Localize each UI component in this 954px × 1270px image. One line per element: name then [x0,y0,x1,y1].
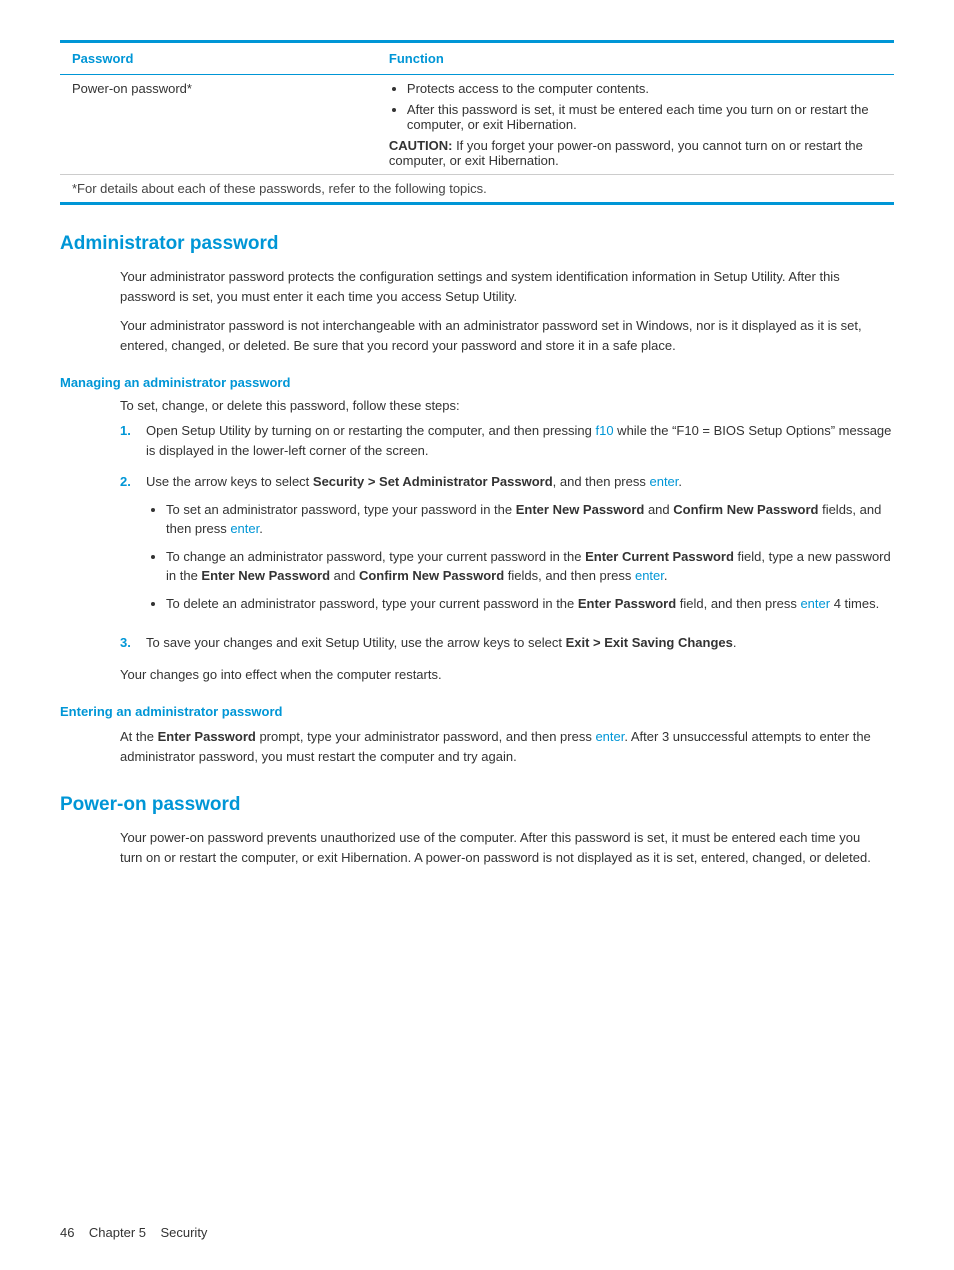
step-1-num: 1. [120,421,136,460]
sub-bullet-1: To set an administrator password, type y… [166,500,894,539]
entering-text-before: At the [120,729,158,744]
managing-heading: Managing an administrator password [60,375,894,390]
sub-bullet-2: To change an administrator password, typ… [166,547,894,586]
step-2-link-enter[interactable]: enter [649,474,678,489]
footer-page: 46 [60,1225,74,1240]
changes-note: Your changes go into effect when the com… [120,665,884,685]
footer-chapter: Chapter 5 [89,1225,146,1240]
table-row: Power-on password* Protects access to th… [60,75,894,175]
entering-bold1: Enter Password [158,729,256,744]
step-3: 3. To save your changes and exit Setup U… [120,633,894,653]
caution-block: CAUTION: If you forget your power-on pas… [389,138,882,168]
step-2-text-end: . [678,474,682,489]
entering-para: At the Enter Password prompt, type your … [120,727,884,766]
page-footer: 46 Chapter 5 Security [60,1225,207,1240]
step-2-subbullets: To set an administrator password, type y… [146,500,894,614]
table-cell-function: Protects access to the computer contents… [377,75,894,175]
table-cell-password: Power-on password* [60,75,377,175]
footer-section: Security [160,1225,207,1240]
step-3-text-after: . [733,635,737,650]
password-table: Password Function Power-on password* Pro… [60,40,894,205]
step-1: 1. Open Setup Utility by turning on or r… [120,421,894,460]
step-1-content: Open Setup Utility by turning on or rest… [146,421,894,460]
sub-bullet-1-enter[interactable]: enter [230,521,259,536]
entering-text-mid: prompt, type your administrator password… [256,729,596,744]
sub-bullet-2-enter[interactable]: enter [635,568,664,583]
step-2: 2. Use the arrow keys to select Security… [120,472,894,621]
step-2-text-after: , and then press [553,474,650,489]
function-bullets: Protects access to the computer contents… [389,81,882,132]
table-header-password: Password [60,42,377,75]
step-1-link-f10[interactable]: f10 [595,423,613,438]
step-2-bold: Security > Set Administrator Password [313,474,553,489]
admin-password-para2: Your administrator password is not inter… [120,316,884,355]
bullet-item-2: After this password is set, it must be e… [407,102,882,132]
caution-text: If you forget your power-on password, yo… [389,138,863,168]
caution-label: CAUTION: [389,138,453,153]
table-footnote: *For details about each of these passwor… [60,175,894,204]
step-1-text-before: Open Setup Utility by turning on or rest… [146,423,595,438]
power-on-para: Your power-on password prevents unauthor… [120,828,884,867]
sub-bullet-3: To delete an administrator password, typ… [166,594,894,614]
admin-password-para1: Your administrator password protects the… [120,267,884,306]
managing-steps-list: 1. Open Setup Utility by turning on or r… [120,421,894,653]
managing-intro: To set, change, or delete this password,… [120,398,894,413]
step-2-content: Use the arrow keys to select Security > … [146,472,894,621]
step-2-text-before: Use the arrow keys to select [146,474,313,489]
power-on-heading: Power-on password [60,794,894,816]
bullet-item-1: Protects access to the computer contents… [407,81,882,96]
entering-heading: Entering an administrator password [60,704,894,719]
table-footnote-row: *For details about each of these passwor… [60,175,894,204]
step-2-num: 2. [120,472,136,621]
entering-link-enter[interactable]: enter [595,729,624,744]
step-3-content: To save your changes and exit Setup Util… [146,633,894,653]
step-3-text-before: To save your changes and exit Setup Util… [146,635,566,650]
step-3-bold: Exit > Exit Saving Changes [566,635,733,650]
sub-bullet-3-enter[interactable]: enter [800,596,830,611]
table-header-function: Function [377,42,894,75]
admin-password-heading: Administrator password [60,233,894,255]
step-3-num: 3. [120,633,136,653]
